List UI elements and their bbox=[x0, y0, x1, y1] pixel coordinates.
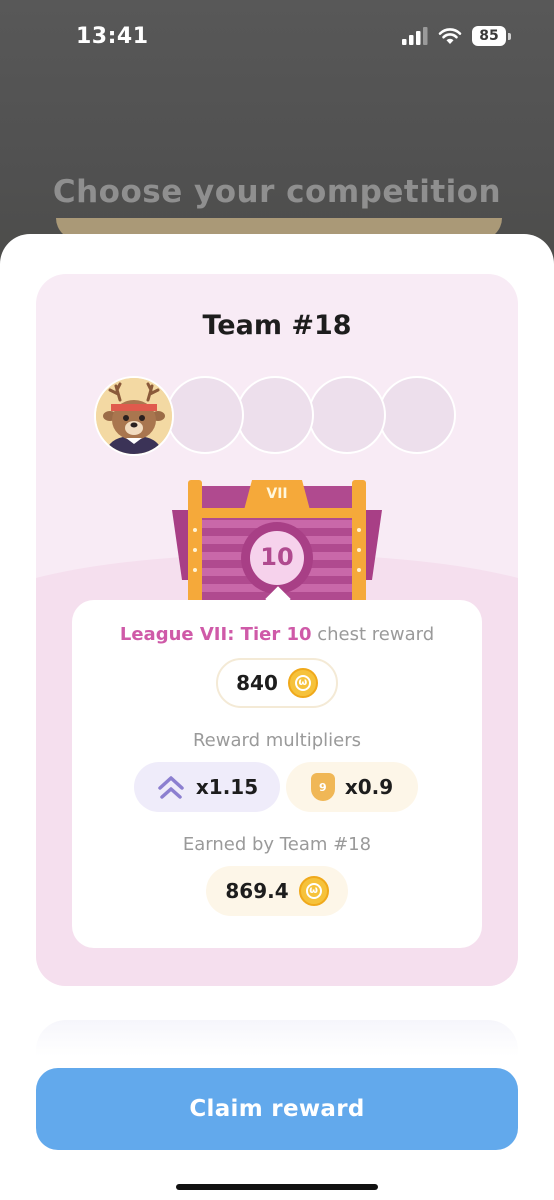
streak-multiplier-value: x1.15 bbox=[195, 775, 259, 799]
page-heading: Choose your competition bbox=[52, 174, 502, 210]
chest-reward-pill: 840 ω bbox=[216, 658, 338, 708]
chest-reward-label: League VII: Tier 10 chest reward bbox=[72, 624, 482, 645]
rank-badge-icon: 9 bbox=[310, 773, 335, 801]
claim-reward-button[interactable]: Claim reward bbox=[36, 1068, 518, 1150]
signal-icon bbox=[402, 27, 428, 45]
rank-multiplier-pill: 9 x0.9 bbox=[286, 762, 418, 812]
status-time: 13:41 bbox=[76, 24, 149, 49]
player-avatar bbox=[94, 376, 174, 456]
next-card-peek bbox=[36, 1020, 518, 1056]
empty-avatar-slot bbox=[166, 376, 244, 454]
earned-pill: 869.4 ω bbox=[206, 866, 348, 916]
rank-multiplier-value: x0.9 bbox=[344, 775, 394, 799]
earned-amount: 869.4 bbox=[225, 879, 289, 903]
home-indicator[interactable] bbox=[176, 1184, 378, 1190]
team-card: Team #18 VII 10 League VII: Tier 10 ches… bbox=[36, 274, 518, 986]
multipliers-label: Reward multipliers bbox=[192, 730, 362, 751]
wifi-icon bbox=[438, 28, 462, 44]
earned-label: Earned by Team #18 bbox=[182, 834, 372, 855]
empty-avatar-slot bbox=[378, 376, 456, 454]
empty-avatar-slot bbox=[236, 376, 314, 454]
double-chevron-up-icon bbox=[158, 776, 184, 799]
league-tier-text: League VII: Tier 10 bbox=[119, 624, 312, 645]
reward-details-panel: League VII: Tier 10 chest reward 840 ω R… bbox=[72, 586, 482, 948]
team-title: Team #18 bbox=[202, 310, 352, 341]
chest-tier-label: VII bbox=[266, 486, 288, 502]
status-icons: 85 bbox=[402, 26, 511, 46]
battery-indicator: 85 bbox=[472, 26, 511, 46]
streak-multiplier-pill: x1.15 bbox=[134, 762, 280, 812]
chest-number: 10 bbox=[260, 543, 294, 571]
chest-reward-suffix: chest reward bbox=[311, 624, 435, 645]
coin-icon: ω bbox=[287, 668, 318, 698]
empty-avatar-slot bbox=[308, 376, 386, 454]
chest-reward-amount: 840 bbox=[236, 671, 278, 695]
deer-avatar-icon bbox=[96, 378, 172, 454]
status-bar: 13:41 85 bbox=[0, 0, 554, 70]
coin-icon: ω bbox=[298, 876, 329, 906]
rank-badge-number: 9 bbox=[319, 780, 327, 794]
reward-sheet: Team #18 VII 10 League VII: Tier 10 ches… bbox=[0, 234, 554, 1200]
team-avatars bbox=[94, 376, 494, 456]
